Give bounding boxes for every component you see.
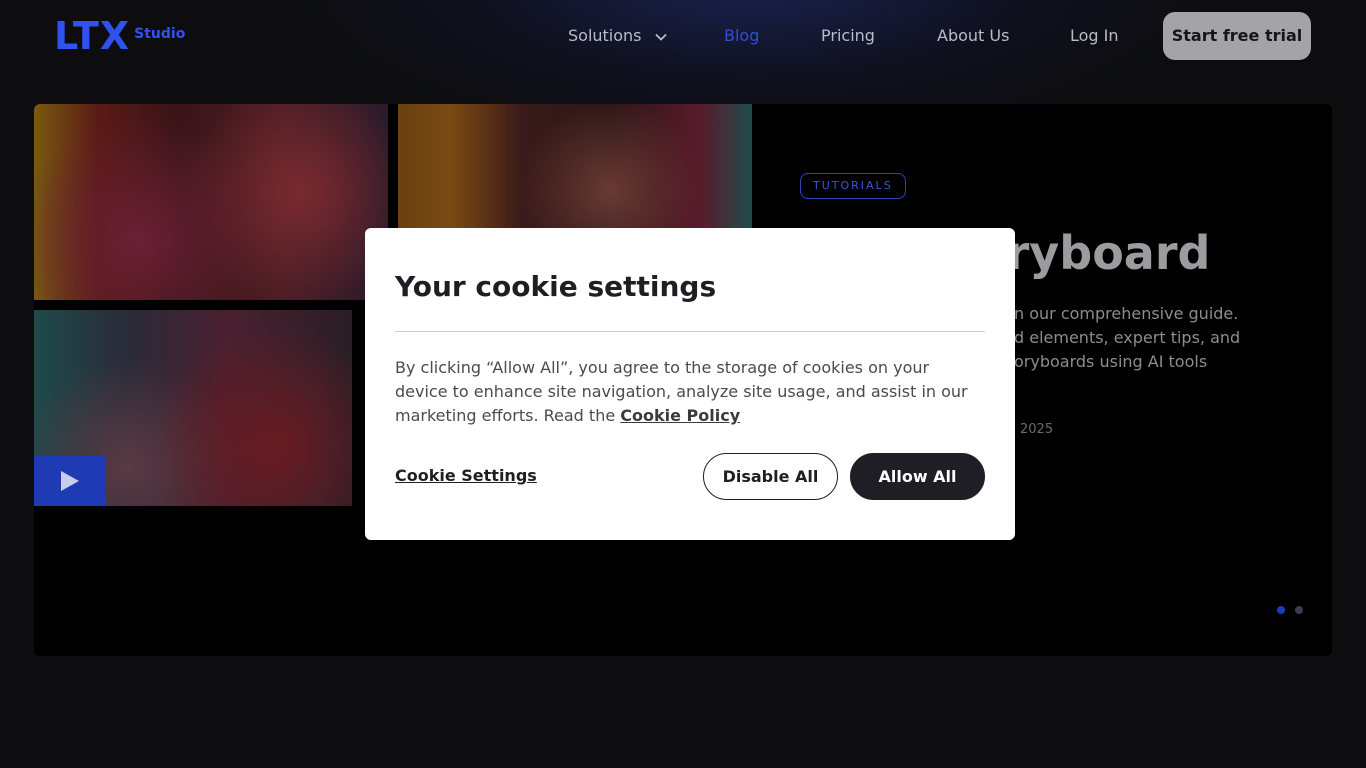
nav-solutions[interactable]: Solutions xyxy=(568,24,667,48)
nav-pricing[interactable]: Pricing xyxy=(821,24,875,48)
nav-about-us[interactable]: About Us xyxy=(937,24,1009,48)
nav-solutions-label: Solutions xyxy=(568,26,642,45)
slide-dot-2[interactable] xyxy=(1295,606,1303,614)
logo-subtitle: Studio xyxy=(134,26,186,42)
category-badge[interactable]: TUTORIALS xyxy=(800,173,906,199)
top-navigation: LTX Studio Solutions Blog Pricing About … xyxy=(0,0,1366,72)
start-free-trial-button[interactable]: Start free trial xyxy=(1163,12,1311,60)
nav-log-in[interactable]: Log In xyxy=(1070,24,1119,48)
post-desc-line-1: n our comprehensive guide. xyxy=(1014,304,1239,323)
cookie-dialog-title: Your cookie settings xyxy=(395,270,717,303)
cookie-dialog-body: By clicking “Allow All”, you agree to th… xyxy=(395,356,985,428)
nav-blog[interactable]: Blog xyxy=(724,24,759,48)
divider xyxy=(395,331,985,332)
post-date: 2025 xyxy=(1020,422,1054,437)
logo-mark: LTX xyxy=(54,14,131,58)
chevron-down-icon xyxy=(654,33,667,41)
logo[interactable]: LTX Studio xyxy=(54,14,186,58)
cookie-policy-link[interactable]: Cookie Policy xyxy=(620,406,740,425)
hero-image-woman-glasses xyxy=(34,104,388,300)
cookie-settings-dialog: Your cookie settings By clicking “Allow … xyxy=(365,228,1015,540)
play-button[interactable] xyxy=(34,456,106,506)
play-icon xyxy=(61,471,79,491)
allow-all-button[interactable]: Allow All xyxy=(850,453,985,500)
post-desc-line-2: d elements, expert tips, and xyxy=(1014,328,1241,347)
cookie-settings-link[interactable]: Cookie Settings xyxy=(395,464,537,488)
disable-all-button[interactable]: Disable All xyxy=(703,453,838,500)
slide-dot-1[interactable] xyxy=(1277,606,1285,614)
hero-image-man-neon xyxy=(398,104,752,228)
post-desc-line-3: oryboards using AI tools xyxy=(1014,352,1208,371)
